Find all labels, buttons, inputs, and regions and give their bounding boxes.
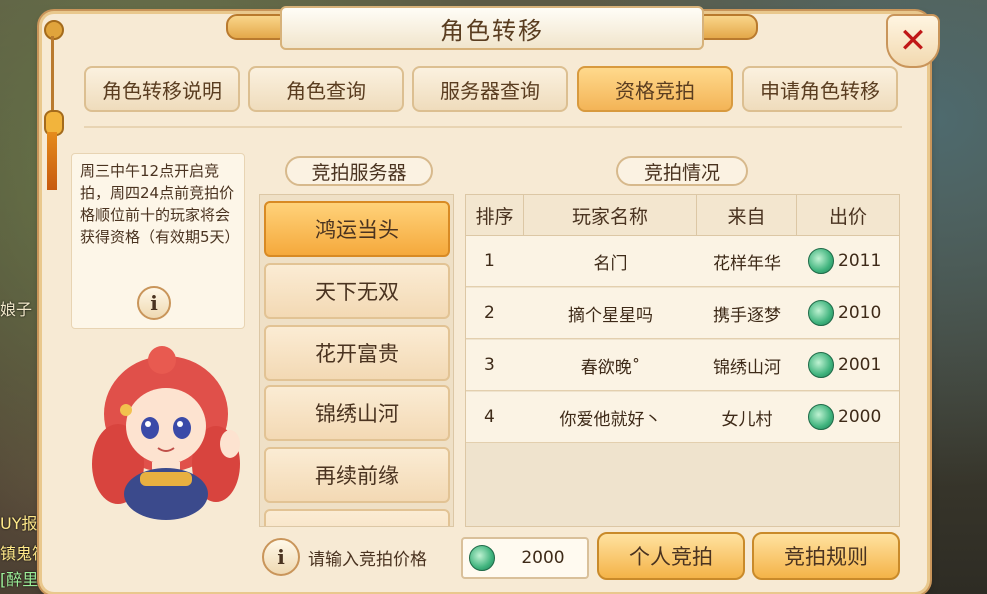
col-bid-header: 出价 <box>828 205 867 228</box>
close-icon: ✕ <box>898 21 928 61</box>
tab-apply-transfer[interactable]: 申请角色转移 <box>742 66 898 112</box>
table-header: 排序 玩家名称 来自 出价 <box>466 195 899 236</box>
player-cell: 摘个星星吗 <box>568 305 653 326</box>
tab-server-query[interactable]: 服务器查询 <box>412 66 568 112</box>
server-item[interactable]: 再续前缘 <box>264 447 450 503</box>
col-from-header: 来自 <box>697 195 797 235</box>
auction-section-label: 竞拍情况 <box>616 156 748 186</box>
table-row[interactable]: 2 摘个星星吗 携手逐梦 2010 <box>466 288 899 339</box>
bid-hint-text: 请输入竞拍价格 <box>308 550 427 570</box>
server-item[interactable]: 花开富贵 <box>264 325 450 381</box>
from-cell: 女儿村 <box>721 409 773 430</box>
bid-cell: 2010 <box>808 288 881 338</box>
auction-table: 排序 玩家名称 来自 出价 1 名门 花样年华 2011 2 摘个星星吗 携手逐… <box>465 194 900 527</box>
auction-rules-button[interactable]: 竞拍规则 <box>752 532 900 580</box>
tab-role-query[interactable]: 角色查询 <box>248 66 404 112</box>
personal-bid-button[interactable]: 个人竞拍 <box>597 532 745 580</box>
window-title: 角色转移 <box>280 6 704 50</box>
table-row[interactable]: 1 名门 花样年华 2011 <box>466 236 899 287</box>
from-cell: 锦绣山河 <box>713 357 781 378</box>
rank-cell: 3 <box>484 355 495 375</box>
server-item[interactable]: 锦绣山河 <box>264 385 450 441</box>
divider <box>84 126 902 128</box>
player-cell: 你爱他就好丶 <box>559 409 662 430</box>
col-rank-header: 排序 <box>466 195 524 235</box>
bg-chat-text: 镇鬼符 <box>0 544 49 563</box>
player-cell: 名门 <box>593 253 628 274</box>
tab-transfer-info[interactable]: 角色转移说明 <box>84 66 240 112</box>
col-player-header: 玩家名称 <box>524 195 697 235</box>
bid-value: 2000 <box>838 407 882 427</box>
character-illustration <box>92 346 240 520</box>
bg-chat-text: UY报 <box>0 514 38 533</box>
bid-value: 2010 <box>838 303 882 323</box>
bid-value: 2011 <box>838 251 882 271</box>
close-button[interactable]: ✕ <box>886 14 940 68</box>
bid-price-input[interactable]: 2000 <box>461 537 589 579</box>
bid-cell: 2001 <box>808 340 881 390</box>
coin-icon <box>808 404 834 430</box>
bg-chat-text: [醉里 <box>0 570 39 589</box>
coin-icon <box>808 352 834 378</box>
player-cell: 春欲晚˚ <box>580 357 641 378</box>
from-cell: 花样年华 <box>713 253 781 274</box>
bid-cell: 2011 <box>808 236 881 286</box>
rank-cell: 4 <box>484 407 495 427</box>
tab-qualification-auction[interactable]: 资格竞拍 <box>577 66 733 112</box>
auction-info-text: 周三中午12点开启竞拍，周四24点前竞拍价格顺位前十的玩家将会获得资格（有效期5… <box>80 162 240 246</box>
server-item[interactable]: 天下无双 <box>264 263 450 319</box>
coin-icon <box>808 248 834 274</box>
coin-icon <box>808 300 834 326</box>
tassel-ornament <box>44 20 64 190</box>
rank-cell: 2 <box>484 303 495 323</box>
server-list: 鸿运当头 天下无双 花开富贵 锦绣山河 再续前缘 <box>259 194 454 527</box>
bid-value: 2001 <box>838 355 882 375</box>
coin-icon <box>469 545 495 571</box>
rank-cell: 1 <box>484 251 495 271</box>
table-row[interactable]: 4 你爱他就好丶 女儿村 2000 <box>466 392 899 443</box>
server-item[interactable]: 鸿运当头 <box>264 201 450 257</box>
table-row[interactable]: 3 春欲晚˚ 锦绣山河 2001 <box>466 340 899 391</box>
hint-info-icon[interactable]: i <box>262 538 300 576</box>
server-item-partial[interactable] <box>264 509 450 526</box>
info-icon[interactable]: i <box>137 286 171 320</box>
bid-cell: 2000 <box>808 392 881 442</box>
server-section-label: 竞拍服务器 <box>285 156 433 186</box>
bid-price-value: 2000 <box>521 548 565 568</box>
from-cell: 携手逐梦 <box>713 305 781 326</box>
bg-chat-text: 娘子 <box>0 300 33 319</box>
